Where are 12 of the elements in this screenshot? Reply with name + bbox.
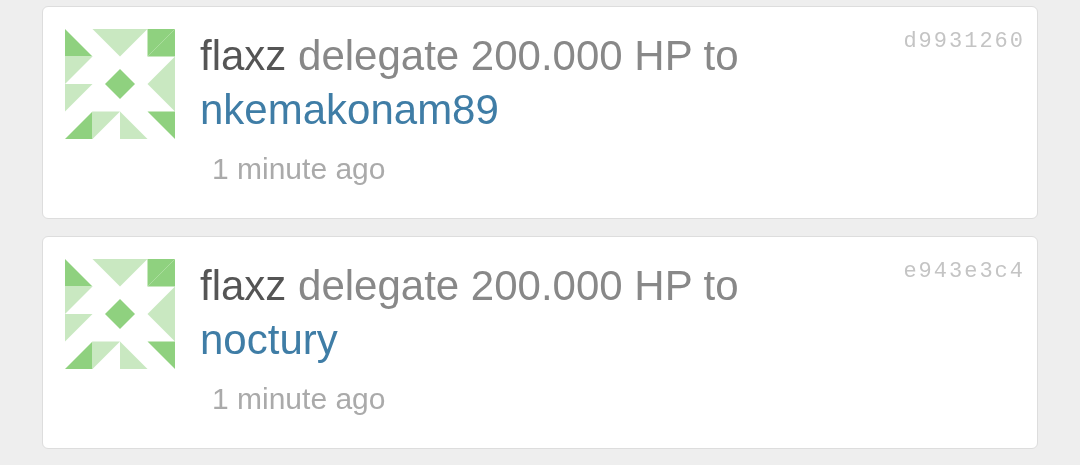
activity-text: flaxz delegate 200.000 HP to nkemakonam89 xyxy=(200,31,740,135)
identicon-icon xyxy=(65,29,175,139)
recipient-link[interactable]: nkemakonam89 xyxy=(200,86,499,133)
identicon-icon xyxy=(65,259,175,369)
recipient-link[interactable]: noctury xyxy=(200,316,338,363)
transaction-hash: e943e3c4 xyxy=(903,258,1025,286)
timestamp: 1 minute ago xyxy=(212,151,386,187)
transaction-hash: d9931260 xyxy=(903,28,1025,56)
activity-text: flaxz delegate 200.000 HP to noctury xyxy=(200,261,740,365)
user-link[interactable]: flaxz xyxy=(200,262,287,309)
timestamp: 1 minute ago xyxy=(212,381,386,417)
user-link[interactable]: flaxz xyxy=(200,32,287,79)
